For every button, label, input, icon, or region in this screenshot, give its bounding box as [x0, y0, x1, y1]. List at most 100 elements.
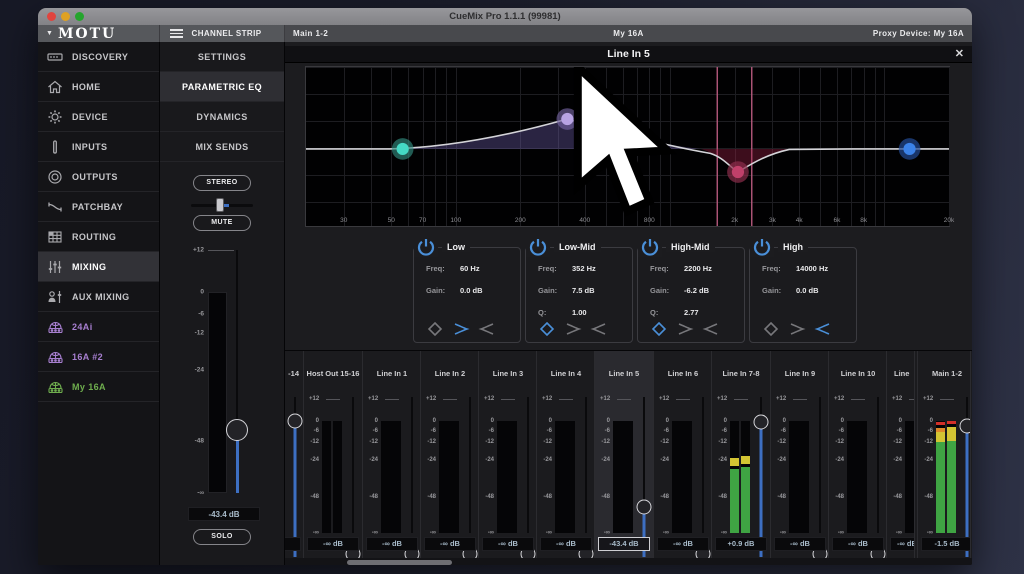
channel-strip-line-in-9[interactable]: Line In 9 +12 0-6-12-24-48-∞ -∞ dB — [771, 351, 829, 558]
fader-value[interactable]: -∞ dB — [832, 537, 884, 551]
channel-fader[interactable] — [462, 397, 477, 533]
band-q-value[interactable]: 1.00 — [572, 308, 587, 317]
channel-strip-main-1-2[interactable]: Main 1-2 +12 0-6-12-24-48-∞ -1.5 dB — [917, 351, 971, 558]
fader-knob[interactable] — [226, 419, 248, 441]
fader-value[interactable]: -∞ dB — [366, 537, 418, 551]
sidebar-item-patchbay[interactable]: PATCHBAY — [38, 192, 159, 222]
sidebar-item-routing[interactable]: ROUTING — [38, 222, 159, 252]
band-gain-value[interactable]: 0.0 dB — [796, 286, 819, 295]
sidebar-item-inputs[interactable]: INPUTS — [38, 132, 159, 162]
channel-fader[interactable] — [404, 397, 419, 533]
channel-strip-line-in-6[interactable]: Line In 6 +12 0-6-12-24-48-∞ -∞ dB — [654, 351, 712, 558]
channel-fader[interactable] — [287, 397, 302, 533]
high-shelf-icon[interactable] — [676, 322, 694, 336]
channel-strip-host-out-15-16[interactable]: Host Out 15-16 +12 0-6-12-24-48-∞ -∞ dB — [304, 351, 363, 558]
fader-value[interactable]: -1.5 dB — [921, 537, 971, 551]
sidebar-item-aux-mixing[interactable]: AUX MIXING — [38, 282, 159, 312]
stereo-button[interactable]: STEREO — [193, 175, 251, 191]
zoom-window-button[interactable] — [75, 12, 84, 21]
menu-icon[interactable] — [170, 29, 183, 38]
channel-strip-line-in-10[interactable]: Line In 10 +12 0-6-12-24-48-∞ -∞ dB — [829, 351, 887, 558]
close-icon[interactable]: ✕ — [955, 46, 964, 63]
band-freq-value[interactable]: 2200 Hz — [684, 264, 712, 273]
band-freq-value[interactable]: 352 Hz — [572, 264, 596, 273]
tab-parametric-eq[interactable]: PARAMETRIC EQ — [160, 72, 284, 102]
channel-fader[interactable] — [636, 397, 651, 533]
band-freq-value[interactable]: 60 Hz — [460, 264, 480, 273]
solo-button[interactable]: SOLO — [193, 529, 251, 545]
fader-value[interactable]: -43.4 dB — [188, 507, 260, 521]
sidebar-item-device[interactable]: DEVICE — [38, 102, 159, 132]
band-gain-value[interactable]: 7.5 dB — [572, 286, 595, 295]
fader-knob[interactable] — [959, 419, 971, 434]
channel-strip-line-in-5[interactable]: Line In 5 +12 0-6-12-24-48-∞ -43.4 dB — [595, 351, 654, 558]
low-shelf-icon[interactable] — [478, 322, 496, 336]
channel-fader[interactable] — [870, 397, 885, 533]
sidebar-device-24ai[interactable]: 24Ai — [38, 312, 159, 342]
fader-knob[interactable] — [287, 414, 302, 429]
fader-value[interactable]: -∞ dB — [890, 537, 915, 551]
bell-shape-icon[interactable] — [426, 322, 444, 336]
band-gain-value[interactable]: 0.0 dB — [460, 286, 483, 295]
sidebar-item-home[interactable]: HOME — [38, 72, 159, 102]
pan-handle[interactable] — [216, 198, 224, 212]
fader-value[interactable]: -∞ dB — [482, 537, 534, 551]
power-icon[interactable] — [414, 237, 438, 257]
channel-strip--14[interactable]: -14 +12 0-6-12-24-48-∞ -∞ dB — [285, 351, 304, 558]
low-shelf-icon[interactable] — [814, 322, 832, 336]
power-icon[interactable] — [750, 237, 774, 257]
channel-strip-line-in-4[interactable]: Line In 4 +12 0-6-12-24-48-∞ -∞ dB — [537, 351, 595, 558]
fader-value[interactable]: -43.4 dB — [598, 537, 650, 551]
fader-knob[interactable] — [753, 415, 768, 430]
tab-settings[interactable]: SETTINGS — [160, 42, 284, 72]
low-shelf-icon[interactable] — [590, 322, 608, 336]
fader-value[interactable]: -∞ dB — [307, 537, 359, 551]
close-window-button[interactable] — [47, 12, 56, 21]
fader-value[interactable]: +0.9 dB — [715, 537, 767, 551]
mixer-horizontal-scrollbar[interactable] — [347, 560, 452, 565]
fader-value[interactable]: -∞ dB — [424, 537, 476, 551]
fader-value[interactable]: -∞ dB — [657, 537, 709, 551]
high-shelf-icon[interactable] — [788, 322, 806, 336]
band-freq-value[interactable]: 14000 Hz — [796, 264, 828, 273]
fader-value[interactable]: -∞ dB — [285, 537, 301, 551]
high-shelf-icon[interactable] — [452, 322, 470, 336]
channel-strip-line[interactable]: Line +12 0-6-12-24-48-∞ -∞ dB — [887, 351, 915, 558]
tab-dynamics[interactable]: DYNAMICS — [160, 102, 284, 132]
channel-fader[interactable] — [520, 397, 535, 533]
pan-slider[interactable] — [191, 198, 253, 212]
bell-shape-icon[interactable] — [650, 322, 668, 336]
channel-strip-line-in-3[interactable]: Line In 3 +12 0-6-12-24-48-∞ -∞ dB — [479, 351, 537, 558]
sidebar-device-16a-2[interactable]: 16A #2 — [38, 342, 159, 372]
minimize-window-button[interactable] — [61, 12, 70, 21]
tab-mix-sends[interactable]: MIX SENDS — [160, 132, 284, 162]
channel-fader[interactable] — [695, 397, 710, 533]
channel-fader[interactable] — [578, 397, 593, 533]
sidebar-device-my-16a[interactable]: My 16A — [38, 372, 159, 402]
low-shelf-icon[interactable] — [702, 322, 720, 336]
device-name-label[interactable]: My 16A — [285, 29, 972, 38]
band-q-value[interactable]: 2.77 — [684, 308, 699, 317]
sidebar-item-discovery[interactable]: DISCOVERY — [38, 42, 159, 72]
band-gain-value[interactable]: -6.2 dB — [684, 286, 709, 295]
fader-value[interactable]: -∞ dB — [540, 537, 592, 551]
power-icon[interactable] — [638, 237, 662, 257]
channel-strip-line-in-2[interactable]: Line In 2 +12 0-6-12-24-48-∞ -∞ dB — [421, 351, 479, 558]
channel-fader[interactable] — [812, 397, 827, 533]
mute-button[interactable]: MUTE — [193, 215, 251, 231]
channel-strip-line-in-7-8[interactable]: Line In 7-8 +12 0-6-12-24-48-∞ +0.9 dB — [712, 351, 771, 558]
fader-knob[interactable] — [636, 499, 651, 514]
brand-area[interactable]: ▼ MOTU — [38, 25, 160, 42]
channel-fader[interactable] — [959, 397, 971, 533]
channel-strip-line-in-1[interactable]: Line In 1 +12 0-6-12-24-48-∞ -∞ dB — [363, 351, 421, 558]
eq-graph[interactable]: 3050701002004008002k3k4k6k8k20k — [305, 66, 950, 227]
sidebar-item-outputs[interactable]: OUTPUTS — [38, 162, 159, 192]
channel-fader[interactable] — [345, 397, 360, 533]
channel-fader[interactable] — [753, 397, 768, 533]
power-icon[interactable] — [526, 237, 550, 257]
high-shelf-icon[interactable] — [564, 322, 582, 336]
fader-value[interactable]: -∞ dB — [774, 537, 826, 551]
sidebar-item-mixing[interactable]: MIXING — [38, 252, 159, 282]
bell-shape-icon[interactable] — [538, 322, 556, 336]
bell-shape-icon[interactable] — [762, 322, 780, 336]
